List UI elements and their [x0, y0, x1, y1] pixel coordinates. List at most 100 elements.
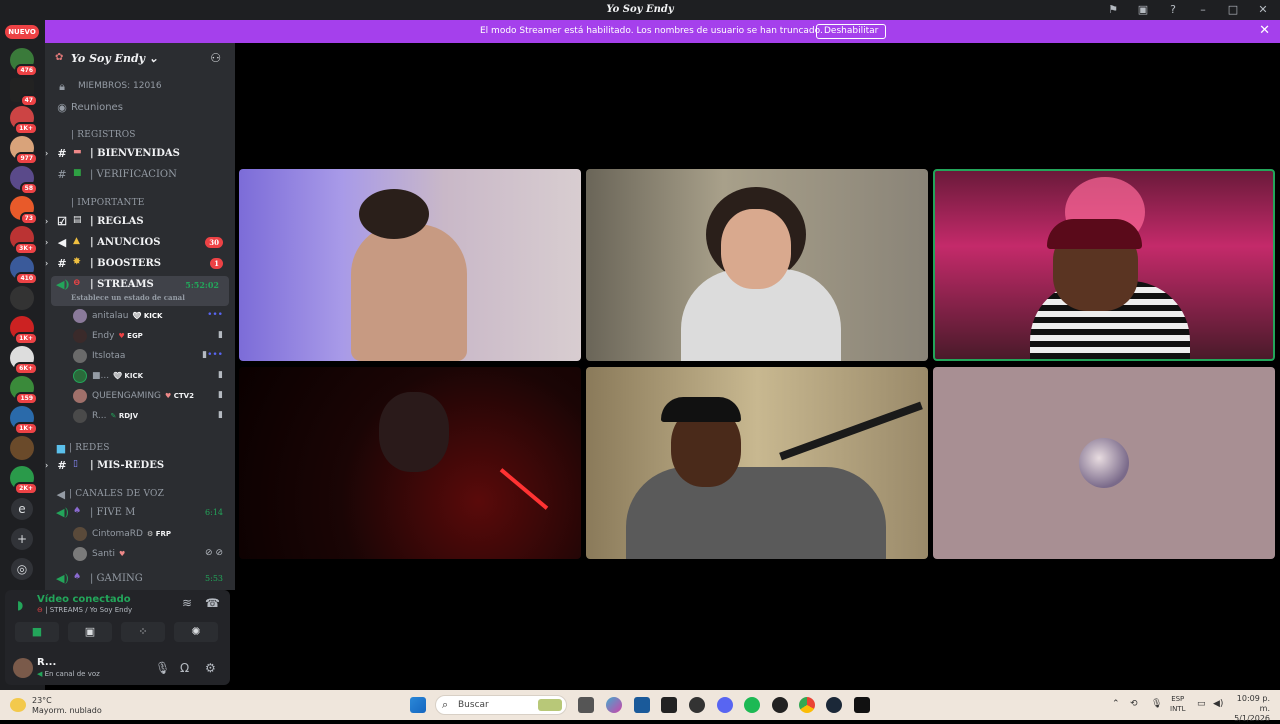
channel-anuncios[interactable]: › ◀ ▲ | ANUNCIOS 30 — [45, 234, 235, 252]
server-icon[interactable]: 977 — [10, 136, 38, 165]
nuevo-badge[interactable]: NUEVO — [5, 25, 39, 39]
store-icon[interactable] — [634, 697, 650, 713]
category-canales-de-voz[interactable]: ◀ | CANALES DE VOZ — [45, 486, 235, 504]
server-icon[interactable]: 1K+ — [10, 406, 38, 435]
speaker-icon: ◀ — [37, 670, 43, 678]
video-tile-speaking[interactable] — [933, 169, 1275, 361]
share-screen-button[interactable]: ▣ — [68, 622, 112, 642]
live-icon: ⊖ — [37, 606, 43, 614]
disable-button[interactable]: Deshabilitar — [816, 24, 887, 39]
close-icon[interactable]: ✕ — [1256, 3, 1270, 16]
chrome-icon[interactable] — [799, 697, 815, 713]
screen-icon[interactable]: ▣ — [1136, 3, 1150, 16]
camera-icon: ▮ — [218, 390, 223, 400]
events-icon: ◉ — [57, 101, 67, 114]
voice-channel-five-m[interactable]: ◀) ♠ | FIVE M 6:14 — [45, 504, 235, 522]
channel-reglas[interactable]: › ☑ ▤ | REGLAS — [45, 213, 235, 231]
server-icon[interactable] — [10, 436, 34, 460]
channel-boosters[interactable]: › # ✸ | BOOSTERS 1 — [45, 255, 235, 273]
disconnect-icon[interactable]: ☎ — [205, 596, 220, 610]
camera-button[interactable]: ■ — [15, 622, 59, 642]
voice-status[interactable]: Vídeo conectado — [37, 594, 131, 605]
server-icon[interactable]: 410 — [10, 256, 38, 285]
category-registros[interactable]: | REGISTROS — [45, 127, 235, 145]
server-icon[interactable]: 73 — [10, 196, 38, 225]
language-indicator[interactable]: ESP INTL — [1170, 694, 1185, 714]
video-tile[interactable] — [239, 367, 581, 559]
voice-user[interactable]: CintomaRD ⚙ FRP — [45, 525, 235, 543]
noise-suppression-icon[interactable]: ≋ — [182, 596, 192, 610]
window-title: Yo Soy Endy — [606, 4, 674, 15]
channel-verificacion[interactable]: # ■ | VERIFICACION — [45, 166, 235, 184]
weather-icon — [10, 698, 26, 712]
category-redes[interactable]: ■ | REDES — [45, 440, 235, 458]
voice-user[interactable]: Endy ♥ EGP ▮ — [45, 327, 235, 345]
copilot-icon[interactable] — [606, 697, 622, 713]
server-icon[interactable]: 47 — [10, 78, 38, 107]
chevron-right-icon: › — [45, 460, 49, 470]
terminal-icon[interactable] — [661, 697, 677, 713]
headphones-icon[interactable]: Ω — [180, 661, 189, 675]
soundboard-button[interactable]: ✺ — [174, 622, 218, 642]
voice-user[interactable]: ■... 💚︎ KICK ▮ — [45, 367, 235, 385]
channel-bienvenidas[interactable]: › # ▬ | BIENVENIDAS — [45, 145, 235, 163]
inbox-icon[interactable]: ⚑ — [1106, 3, 1120, 16]
app-icon[interactable] — [772, 697, 788, 713]
video-tile[interactable] — [239, 169, 581, 361]
voice-user[interactable]: Santi ♥ ⊘ ⊘ — [45, 545, 235, 563]
server-icon[interactable]: 3K+ — [10, 226, 38, 255]
task-view-icon[interactable] — [578, 697, 594, 713]
chevron-up-icon[interactable]: ⌃ — [1112, 699, 1120, 709]
activities-button[interactable]: ⁘ — [121, 622, 165, 642]
channel-status[interactable]: Establece un estado de canal — [71, 293, 185, 302]
settings-icon[interactable]: ⚙ — [205, 661, 216, 675]
app-icon[interactable] — [689, 697, 705, 713]
maximize-icon[interactable]: □ — [1226, 3, 1240, 16]
voice-user[interactable]: anitalau 💚︎ KICK ••• — [45, 307, 235, 325]
video-tile[interactable] — [586, 367, 928, 559]
video-tile-camera-off[interactable] — [933, 367, 1275, 559]
minimize-icon[interactable]: – — [1196, 3, 1210, 16]
text-server[interactable]: e — [11, 498, 33, 520]
server-icon[interactable]: 58 — [10, 166, 38, 195]
signal-icon[interactable]: ◗ — [17, 598, 23, 612]
voice-user[interactable]: QUEENGAMING ♥ CTV2 ▮ — [45, 387, 235, 405]
close-icon[interactable]: ✕ — [1259, 23, 1270, 38]
video-tile[interactable] — [586, 169, 928, 361]
members-row: 🔒︎ MIEMBROS: 12016 — [45, 78, 235, 96]
guild-header[interactable]: ✿ Yo Soy Endy ⌄ ⚇ — [45, 43, 235, 74]
avatar — [73, 547, 87, 561]
spotify-icon[interactable] — [744, 697, 760, 713]
voice-channel-gaming[interactable]: ◀) ♠ | GAMING 5:53 — [45, 570, 235, 588]
network-icon[interactable]: ▭ — [1197, 699, 1206, 709]
server-icon[interactable]: 2K+ — [10, 466, 38, 495]
microphone-icon[interactable]: 🎙︎ — [155, 661, 170, 675]
help-icon[interactable]: ? — [1166, 3, 1180, 16]
taskbar-search[interactable]: ⌕ Buscar — [435, 695, 567, 715]
server-icon[interactable]: 159 — [10, 376, 38, 405]
steam-icon[interactable] — [826, 697, 842, 713]
server-icon[interactable]: 1K+ — [10, 106, 38, 135]
server-icon[interactable] — [10, 286, 34, 310]
avatar[interactable] — [13, 658, 33, 678]
voice-user[interactable]: Itslotaa ▮••• — [45, 347, 235, 365]
server-icon[interactable]: 1K+ — [10, 316, 38, 345]
volume-icon[interactable]: ◀) — [1213, 699, 1223, 709]
category-importante[interactable]: | IMPORTANTE — [45, 195, 235, 213]
participant-video — [351, 224, 467, 361]
invite-icon[interactable]: ⚇ — [210, 51, 221, 65]
server-icon[interactable]: 6K+ — [10, 346, 38, 375]
voice-user[interactable]: R... ✎ RDJV ▮ — [45, 407, 235, 425]
epic-games-icon[interactable] — [854, 697, 870, 713]
username[interactable]: R... — [37, 657, 56, 668]
microphone-icon[interactable]: 🎙︎ — [1151, 699, 1162, 709]
voice-channel-streams[interactable]: ◀) ⊖ | STREAMS 5:52:02 Establece un esta… — [51, 276, 229, 306]
channel-mis-redes[interactable]: › # ▯ | MIS-REDES — [45, 457, 235, 475]
server-icon[interactable]: 476 — [10, 48, 38, 77]
add-server-icon[interactable]: + — [11, 528, 33, 550]
explore-icon[interactable]: ◎ — [11, 558, 33, 580]
discord-icon[interactable] — [717, 697, 733, 713]
tray-app-icon[interactable]: ⟲ — [1130, 699, 1138, 709]
windows-start-icon[interactable] — [410, 697, 426, 713]
reuniones-row[interactable]: ◉ Reuniones — [45, 99, 235, 117]
